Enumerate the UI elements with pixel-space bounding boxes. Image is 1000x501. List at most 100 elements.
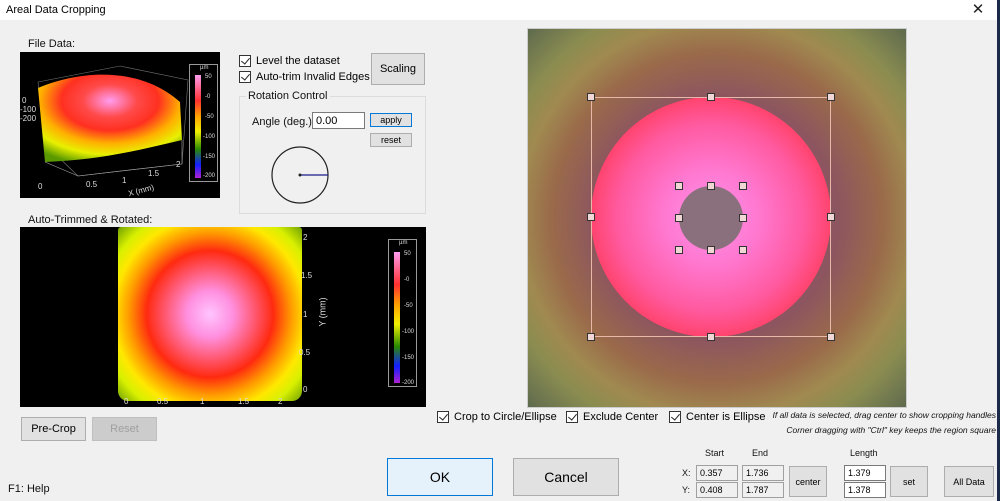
colorbar-tick: -150 [402, 355, 415, 361]
y-tick: 1 [303, 310, 308, 319]
colorbar-tick: 50 [404, 251, 411, 257]
hint-drag-center: If all data is selected, drag center to … [772, 410, 997, 420]
x-tick: 1 [200, 397, 205, 406]
crop-handle-top-left[interactable] [587, 93, 595, 101]
center-ellipse-checkbox[interactable]: Center is Ellipse [669, 411, 765, 423]
x-tick: 0 [38, 182, 43, 191]
auto-trim-checkbox[interactable]: Auto-trim Invalid Edges [239, 71, 370, 83]
crop-handle-left[interactable] [587, 213, 595, 221]
crop-preview[interactable] [527, 28, 907, 408]
colorbar-tick: -50 [404, 303, 413, 309]
center-handle-bottom-left[interactable] [675, 246, 683, 254]
colorbar-gradient [394, 252, 400, 383]
apply-button[interactable]: apply [370, 113, 412, 127]
crop-circle-label: Crop to Circle/Ellipse [454, 411, 557, 423]
x-row-label: X: [682, 468, 691, 478]
rotation-reset-button[interactable]: reset [370, 133, 412, 147]
y-tick: 0.5 [299, 348, 311, 357]
rotation-dial[interactable] [268, 145, 332, 205]
z-tick: 0 [22, 96, 27, 105]
center-handle-top-right[interactable] [739, 182, 747, 190]
crop-handle-bottom-left[interactable] [587, 333, 595, 341]
y-length-field[interactable] [844, 482, 886, 498]
center-handle-right[interactable] [739, 214, 747, 222]
start-header: Start [705, 448, 725, 458]
ok-button[interactable]: OK [387, 458, 493, 496]
set-button[interactable]: set [890, 466, 928, 497]
y-tick: 2 [303, 233, 308, 242]
auto-trimmed-2d-plot: 0 0.5 1 1.5 2 2 1.5 1 0.5 0 Y (mm) µm 50… [20, 227, 426, 407]
colorbar-tick: -100 [402, 329, 415, 335]
x-tick: 0.5 [157, 397, 169, 406]
crop-handle-right[interactable] [827, 213, 835, 221]
x-tick: 2 [278, 397, 283, 406]
x-tick: 1 [122, 176, 127, 185]
colorbar-unit: µm [399, 240, 408, 246]
length-header: Length [850, 448, 878, 458]
end-header: End [752, 448, 769, 458]
colorbar-tick: -0 [205, 94, 211, 100]
cancel-button[interactable]: Cancel [513, 458, 619, 496]
surface-map [118, 227, 302, 401]
colorbar-tick: -150 [203, 154, 216, 160]
x-length-field[interactable] [844, 465, 886, 481]
colorbar-tick: 50 [205, 74, 212, 80]
center-handle-left[interactable] [675, 214, 683, 222]
center-handle-top-left[interactable] [675, 182, 683, 190]
level-dataset-checkbox[interactable]: Level the dataset [239, 55, 340, 67]
z-tick: -200 [20, 114, 37, 123]
auto-trim-label: Auto-trim Invalid Edges [256, 71, 370, 83]
crop-handle-top-right[interactable] [827, 93, 835, 101]
file-data-label: File Data: [28, 38, 76, 50]
center-handle-bottom-right[interactable] [739, 246, 747, 254]
reset-button: Reset [92, 417, 157, 441]
y-end-field[interactable] [742, 482, 784, 498]
colorbar-tick: -100 [203, 134, 216, 140]
colorbar-tick: -200 [203, 173, 216, 179]
rotation-control-label: Rotation Control [246, 90, 330, 102]
file-data-3d-plot: 0 -100 -200 0 0.5 1 1.5 2 X (mm) µm 50 -… [20, 52, 220, 198]
y-axis-label: Y (mm) [317, 297, 328, 327]
window-title: Areal Data Cropping [6, 4, 106, 16]
colorbar-unit: µm [200, 65, 209, 71]
pre-crop-button[interactable]: Pre-Crop [21, 417, 86, 441]
colorbar-gradient [195, 75, 201, 178]
colorbar-3d: µm 50 -0 -50 -100 -150 -200 [189, 64, 218, 182]
x-tick: 1.5 [148, 169, 160, 178]
all-data-button[interactable]: All Data [944, 466, 994, 497]
y-tick: 0 [303, 385, 308, 394]
level-dataset-label: Level the dataset [256, 55, 340, 67]
colorbar-tick: -50 [205, 114, 214, 120]
colorbar-tick: -0 [404, 277, 410, 283]
crop-handle-bottom-right[interactable] [827, 333, 835, 341]
auto-trimmed-label: Auto-Trimmed & Rotated: [28, 214, 153, 226]
y-tick: 1.5 [301, 271, 313, 280]
x-tick: 2 [176, 160, 181, 169]
crop-handle-bottom[interactable] [707, 333, 715, 341]
colorbar-tick: -200 [402, 380, 415, 386]
angle-input[interactable] [312, 112, 365, 129]
center-ellipse-label: Center is Ellipse [686, 411, 766, 423]
exclude-center-checkbox[interactable]: Exclude Center [566, 411, 658, 423]
y-row-label: Y: [682, 485, 691, 495]
title-bar: Areal Data Cropping ✕ [0, 0, 1000, 20]
colorbar-2d: µm 50 -0 -50 -100 -150 -200 [388, 239, 417, 387]
hint-ctrl-drag: Corner dragging with "Ctrl" key keeps th… [786, 425, 996, 435]
scaling-button[interactable]: Scaling [371, 53, 425, 85]
x-tick: 0.5 [86, 180, 98, 189]
z-tick: -100 [20, 105, 37, 114]
close-icon[interactable]: ✕ [966, 1, 990, 19]
crop-handle-top[interactable] [707, 93, 715, 101]
help-text: F1: Help [8, 483, 50, 495]
y-start-field[interactable] [696, 482, 738, 498]
x-tick: 0 [124, 397, 129, 406]
x-start-field[interactable] [696, 465, 738, 481]
x-end-field[interactable] [742, 465, 784, 481]
center-handle-bottom[interactable] [707, 246, 715, 254]
center-handle-top[interactable] [707, 182, 715, 190]
crop-rectangle[interactable] [591, 97, 831, 337]
x-tick: 1.5 [238, 397, 250, 406]
crop-circle-checkbox[interactable]: Crop to Circle/Ellipse [437, 411, 557, 423]
center-button[interactable]: center [789, 466, 827, 497]
angle-label: Angle (deg.) [252, 116, 312, 128]
